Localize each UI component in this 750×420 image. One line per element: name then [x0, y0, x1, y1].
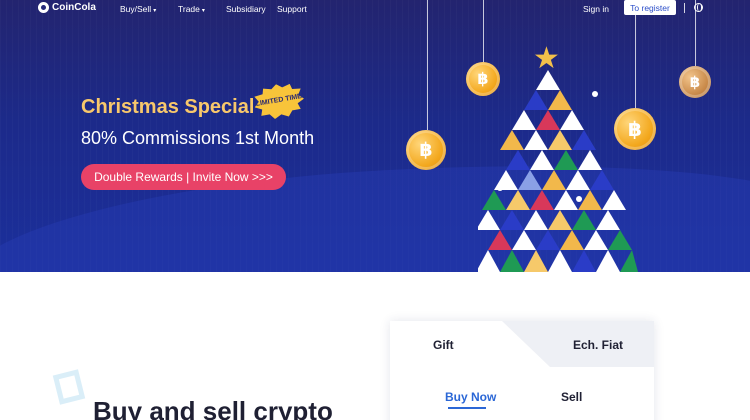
globe-language-icon[interactable]	[694, 3, 703, 12]
promo-subtitle: 80% Commissions 1st Month	[81, 128, 315, 148]
nav-item-label: Trade	[178, 4, 200, 14]
logo-text: CoinCola	[52, 2, 96, 13]
tab-exchange-fiat[interactable]: Ech. Fiat	[573, 338, 623, 352]
nav-buy-sell-menu[interactable]: Buy/Sell ▾	[120, 4, 156, 14]
nav-trade-menu[interactable]: Trade ▾	[178, 4, 205, 14]
top-nav: CoinCola Buy/Sell ▾ Trade ▾ Subsidiary Sup…	[0, 0, 750, 18]
register-button[interactable]: To register	[624, 0, 676, 15]
card-tab-bar: Gift Ech. Fiat	[390, 321, 654, 367]
trade-card: Gift Ech. Fiat Buy Now Sell	[390, 321, 654, 420]
invite-now-button[interactable]: Double Rewards | Invite Now >>>	[81, 164, 286, 190]
tab-gift[interactable]: Gift	[433, 338, 454, 352]
decorative-square	[52, 369, 86, 405]
nav-divider	[684, 3, 685, 13]
sub-tab-sell[interactable]: Sell	[561, 390, 582, 404]
coincola-logo-icon	[38, 2, 49, 13]
main-heading: Buy and sell crypto	[93, 396, 333, 420]
bitcoin-ornament-icon: ฿	[406, 130, 446, 170]
coincola-logo[interactable]: CoinCola	[38, 2, 96, 13]
nav-subsidiary-link[interactable]: Subsidiary	[226, 4, 266, 14]
nav-support-link[interactable]: Support	[277, 4, 307, 14]
sign-in-link[interactable]: Sign in	[583, 4, 609, 14]
hero-banner[interactable]: ฿ ฿ ฿ ฿ ★ Christmas Special LIMITED TIME…	[0, 0, 750, 272]
sub-tab-buy-now[interactable]: Buy Now	[445, 390, 496, 404]
promo-title: Christmas Special	[81, 96, 255, 118]
bitcoin-ornament-icon: ฿	[679, 66, 711, 98]
active-sub-tab-underline	[448, 407, 486, 409]
christmas-tree-illustration	[478, 70, 638, 272]
nav-item-label: Buy/Sell	[120, 4, 152, 14]
active-tab-background	[390, 321, 550, 367]
ornament-string	[427, 0, 428, 130]
chevron-down-icon: ▾	[201, 8, 205, 14]
chevron-down-icon: ▾	[153, 8, 157, 14]
